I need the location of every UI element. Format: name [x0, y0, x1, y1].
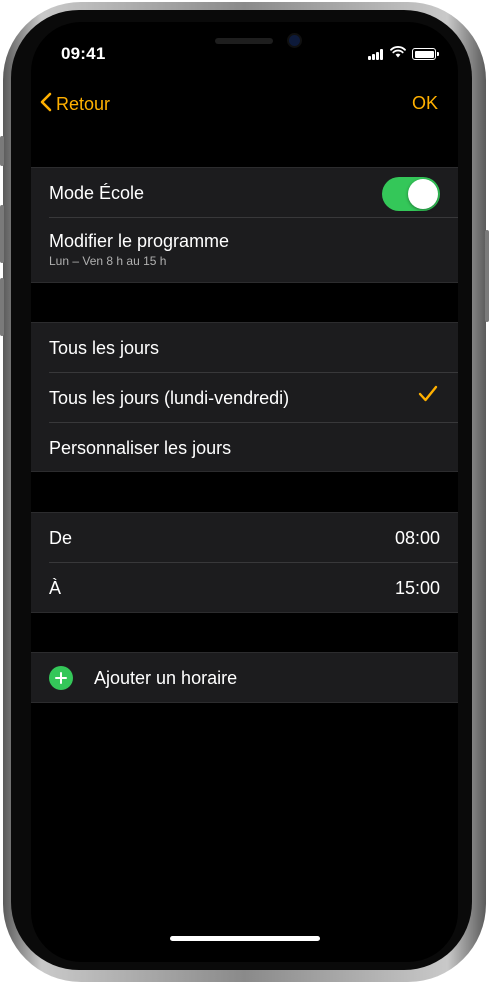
- add-icon: [49, 666, 73, 690]
- days-option-row[interactable]: Tous les jours (lundi-vendredi): [31, 373, 458, 423]
- school-mode-label: Mode École: [49, 183, 145, 203]
- time-range-group: De 08:00 À 15:00: [31, 512, 458, 613]
- toggle-knob: [408, 179, 438, 209]
- days-option-row[interactable]: Tous les jours: [31, 323, 458, 373]
- signal-icon: [368, 48, 384, 60]
- to-time-row[interactable]: À 15:00: [31, 563, 458, 611]
- screen: 09:41 Retour OK Mode École Modifier le p…: [31, 22, 458, 962]
- status-icons: [368, 45, 439, 63]
- silent-switch: [0, 136, 4, 166]
- wifi-icon: [390, 45, 406, 63]
- checkmark-icon: [418, 385, 438, 408]
- add-schedule-label: Ajouter un horaire: [94, 668, 238, 688]
- add-schedule-group: Ajouter un horaire: [31, 652, 458, 703]
- days-option-label: Personnaliser les jours: [49, 438, 232, 458]
- notch: [127, 22, 362, 54]
- back-chevron-icon: [40, 92, 52, 117]
- school-mode-group: Mode École Modifier le programme Lun – V…: [31, 167, 458, 283]
- days-group: Tous les jours Tous les jours (lundi-ven…: [31, 322, 458, 472]
- schedule-summary: Lun – Ven 8 h au 15 h: [49, 254, 167, 268]
- school-mode-toggle[interactable]: [382, 177, 440, 211]
- front-camera: [289, 35, 300, 46]
- days-option-row[interactable]: Personnaliser les jours: [31, 423, 458, 471]
- back-button[interactable]: Retour: [40, 92, 110, 117]
- to-time-value: 15:00: [394, 578, 440, 598]
- back-label: Retour: [56, 94, 111, 114]
- days-option-label: Tous les jours: [49, 338, 160, 358]
- ok-button[interactable]: OK: [412, 93, 438, 114]
- power-button: [485, 230, 489, 322]
- home-indicator[interactable]: [170, 936, 320, 941]
- from-time-row[interactable]: De 08:00: [31, 513, 458, 563]
- add-schedule-row[interactable]: Ajouter un horaire: [31, 653, 458, 703]
- edit-schedule-row[interactable]: Modifier le programme Lun – Ven 8 h au 1…: [31, 218, 458, 281]
- school-mode-row: Mode École: [31, 168, 458, 218]
- edit-schedule-label: Modifier le programme: [49, 231, 230, 251]
- status-time: 09:41: [61, 44, 106, 63]
- days-option-label: Tous les jours (lundi-vendredi): [49, 388, 290, 408]
- battery-icon: [412, 48, 439, 60]
- from-label: De: [49, 528, 73, 548]
- volume-up-button: [0, 205, 4, 263]
- volume-down-button: [0, 278, 4, 336]
- to-label: À: [49, 578, 62, 598]
- earpiece-speaker: [215, 38, 273, 44]
- from-time-value: 08:00: [394, 528, 440, 548]
